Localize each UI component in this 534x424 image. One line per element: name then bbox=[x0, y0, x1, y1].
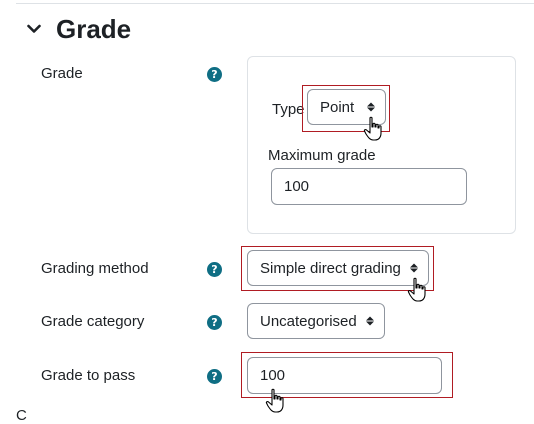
max-grade-label: Maximum grade bbox=[268, 147, 376, 164]
grade-to-pass-label: Grade to pass bbox=[41, 367, 136, 384]
grading-method-label: Grading method bbox=[41, 260, 149, 277]
grade-fieldset bbox=[247, 56, 516, 234]
max-grade-input[interactable]: 100 bbox=[271, 168, 467, 205]
grade-category-label: Grade category bbox=[41, 313, 145, 330]
grading-method-value: Simple direct grading bbox=[260, 259, 401, 277]
select-arrows-icon bbox=[410, 263, 418, 273]
section-header-grade[interactable]: Grade bbox=[24, 12, 131, 46]
type-label: Type bbox=[272, 101, 305, 118]
question-circle-icon[interactable]: ? bbox=[207, 67, 222, 82]
type-select[interactable]: Point bbox=[307, 89, 386, 125]
grade-label: Grade bbox=[41, 65, 83, 82]
section-title: Grade bbox=[56, 13, 132, 44]
max-grade-value: 100 bbox=[284, 178, 310, 195]
grade-to-pass-input[interactable]: 100 bbox=[247, 357, 442, 394]
question-circle-icon[interactable]: ? bbox=[207, 369, 222, 384]
grade-to-pass-value: 100 bbox=[260, 367, 286, 384]
question-circle-icon[interactable]: ? bbox=[207, 262, 222, 277]
question-circle-icon[interactable]: ? bbox=[207, 315, 222, 330]
grade-category-select[interactable]: Uncategorised bbox=[247, 303, 385, 339]
chevron-down-icon[interactable] bbox=[24, 19, 44, 39]
type-select-value: Point bbox=[320, 98, 355, 116]
grade-category-value: Uncategorised bbox=[260, 312, 357, 330]
section-divider bbox=[16, 3, 534, 4]
grading-method-select[interactable]: Simple direct grading bbox=[247, 250, 429, 286]
select-arrows-icon bbox=[366, 316, 374, 326]
select-arrows-icon bbox=[367, 102, 375, 112]
